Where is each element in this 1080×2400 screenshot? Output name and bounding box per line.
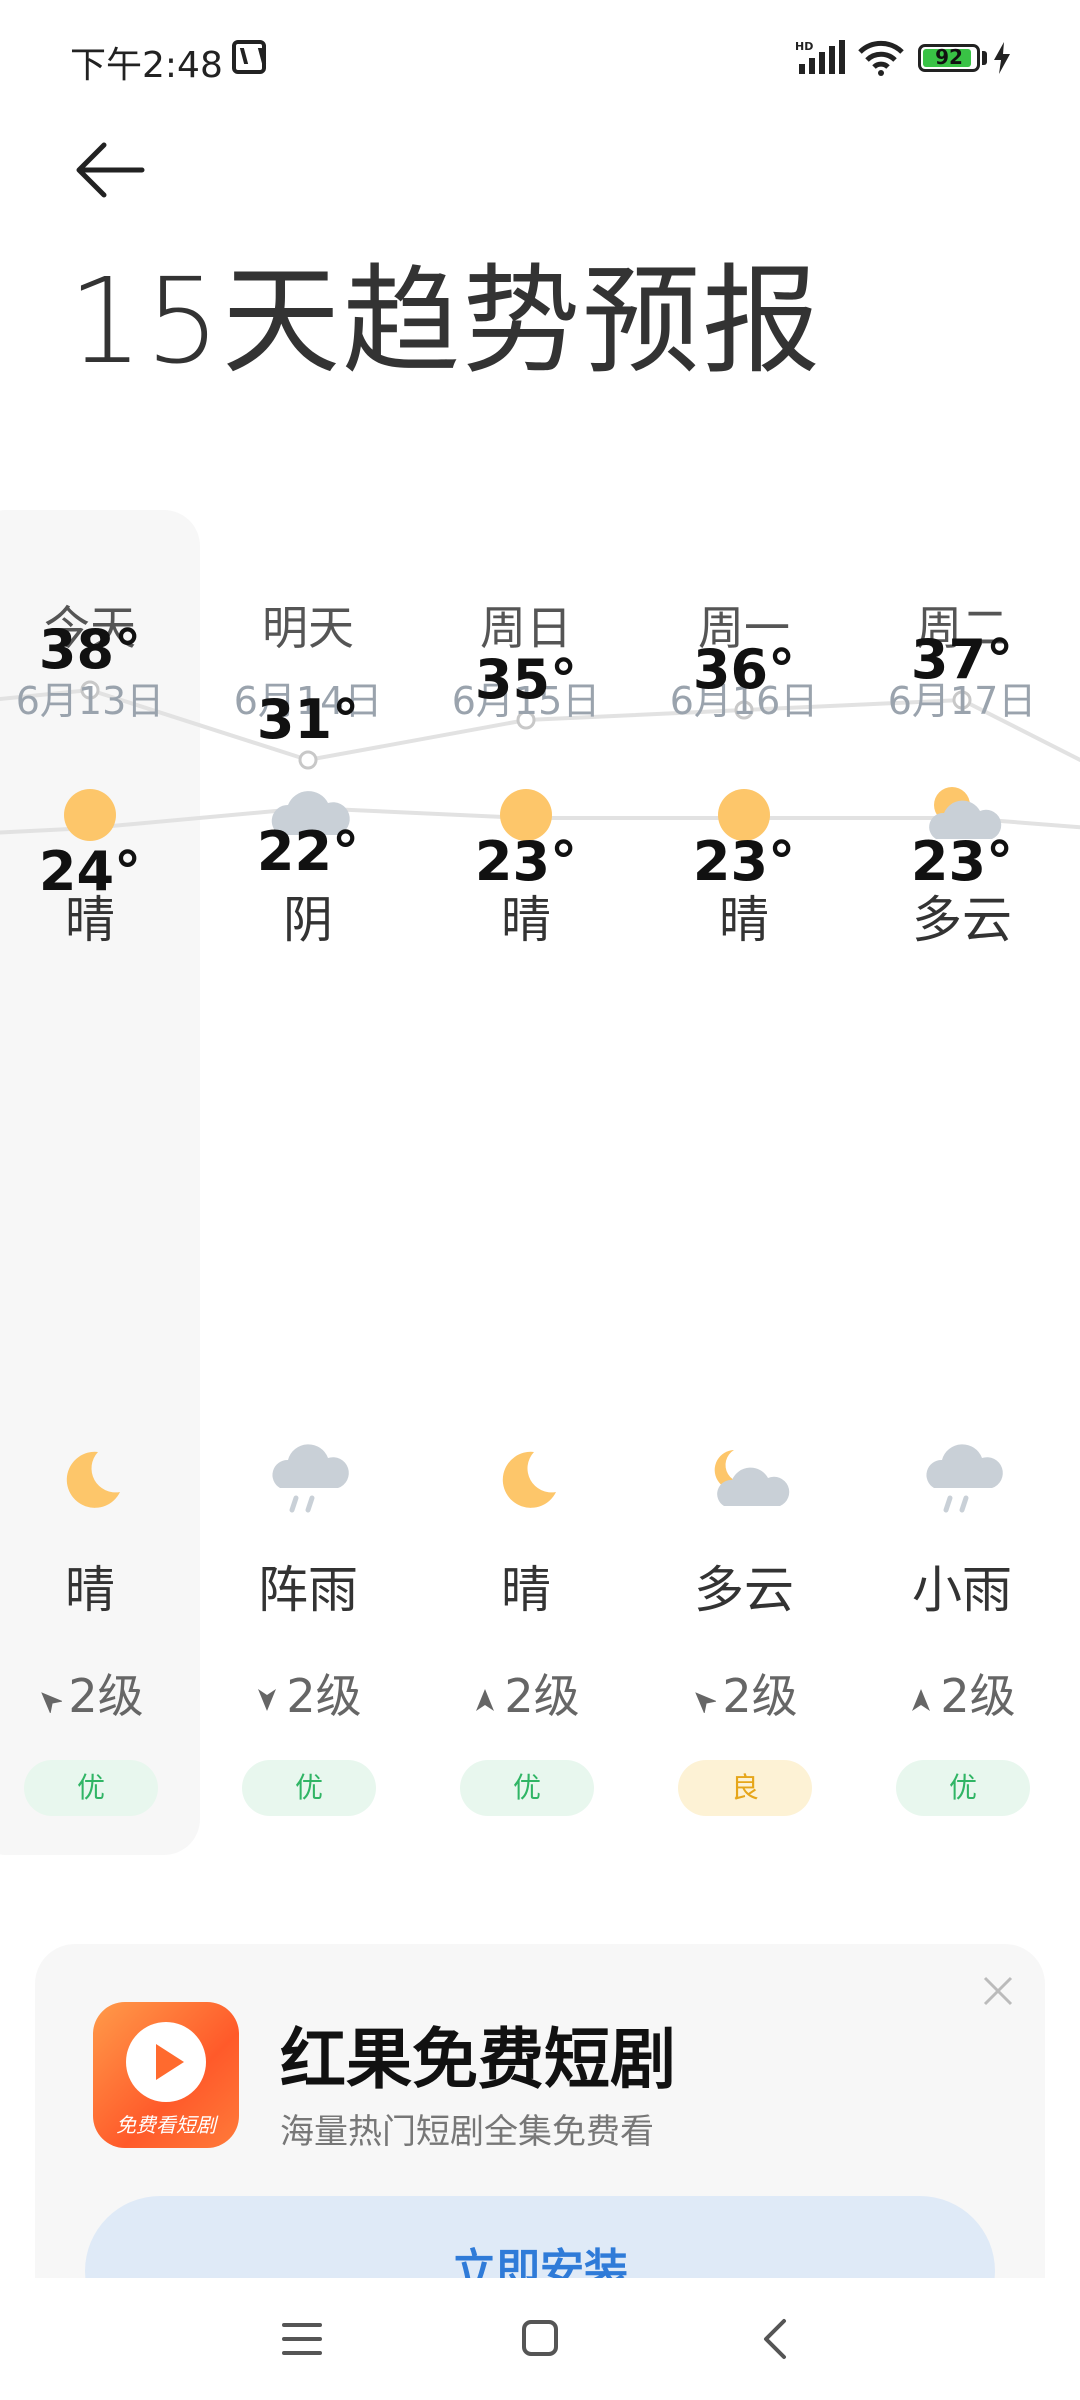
app-icon-label: 免费看短剧 [116, 2113, 216, 2137]
ad-subtitle: 海量热门短剧全集免费看 [280, 2112, 654, 2152]
ad-title: 红果免费短剧 [280, 2021, 676, 2098]
rain-icon [926, 1444, 1003, 1513]
aqi-badge: 优 [242, 1760, 376, 1816]
nfc-icon [232, 40, 266, 74]
night-condition: 晴 [65, 1561, 115, 1619]
day-column[interactable]: 周二 6月17日 多云 小雨 2级优 [852, 510, 1072, 1855]
high-temp-label: 35° [474, 648, 578, 711]
moon-icon [66, 1451, 120, 1508]
app-icon[interactable]: 免费看短剧 [93, 2002, 239, 2148]
status-bar: 下午2:48 HD 92 [0, 0, 1080, 110]
high-temp-label: 37° [910, 628, 1014, 691]
day-name: 明天 [262, 601, 354, 655]
wind-level: 2级 [634, 1660, 854, 1726]
low-temp-label: 23° [910, 830, 1014, 893]
forecast-grid: 今天 6月13日晴晴 2级优明天 6月14日阴阵雨 2级优周日 6月15日晴晴 2级优周一 6… [0, 510, 1080, 1855]
day-condition: 阴 [283, 891, 333, 949]
low-temp-label: 24° [38, 840, 142, 903]
menu-icon[interactable] [282, 2322, 322, 2356]
wind-level: 2级 [198, 1660, 418, 1726]
signal-icon: HD [795, 40, 845, 74]
wifi-icon [858, 40, 904, 76]
close-icon[interactable] [981, 1974, 1015, 2008]
battery-level: 92 [935, 45, 963, 69]
day-column[interactable]: 周一 6月16日晴多云 2级良 [634, 510, 854, 1855]
navigation-bar [0, 2278, 1080, 2400]
day-column[interactable]: 周日 6月15日晴晴 2级优 [416, 510, 636, 1855]
high-temp-label: 31° [256, 688, 360, 751]
home-icon[interactable] [522, 2320, 558, 2356]
night-condition: 阵雨 [258, 1561, 358, 1619]
play-icon [126, 2022, 206, 2102]
high-temp-label: 36° [692, 638, 796, 701]
battery-icon: 92 [918, 44, 980, 72]
day-column[interactable]: 今天 6月13日晴晴 2级优 [0, 510, 200, 1855]
aqi-badge: 良 [678, 1760, 812, 1816]
signal-hd-label: HD [795, 40, 813, 53]
back-button[interactable] [70, 135, 150, 205]
aqi-badge: 优 [896, 1760, 1030, 1816]
moon-icon [502, 1451, 556, 1508]
wind-direction-icon [695, 1691, 717, 1713]
wind-direction-icon [41, 1691, 63, 1713]
night-condition: 多云 [694, 1561, 794, 1619]
wind-direction-icon [912, 1688, 931, 1711]
low-temp-label: 22° [256, 820, 360, 883]
wind-level: 2级 [0, 1660, 200, 1726]
wind-direction-icon [476, 1688, 495, 1711]
status-time: 下午2:48 [70, 45, 223, 86]
page-title: 15天趋势预报 [68, 252, 823, 390]
moon-cloud-icon [714, 1450, 790, 1506]
night-condition: 晴 [501, 1561, 551, 1619]
wind-direction-icon [258, 1688, 277, 1711]
low-temp-label: 23° [474, 830, 578, 893]
aqi-badge: 优 [460, 1760, 594, 1816]
wind-level: 2级 [852, 1660, 1072, 1726]
rain-icon [272, 1444, 349, 1513]
aqi-badge: 优 [24, 1760, 158, 1816]
night-condition: 小雨 [912, 1561, 1012, 1619]
low-temp-label: 23° [692, 830, 796, 893]
nav-back-icon[interactable] [762, 2318, 788, 2360]
high-temp-label: 38° [38, 618, 142, 681]
charging-bolt-icon [994, 42, 1010, 74]
wind-level: 2级 [416, 1660, 636, 1726]
